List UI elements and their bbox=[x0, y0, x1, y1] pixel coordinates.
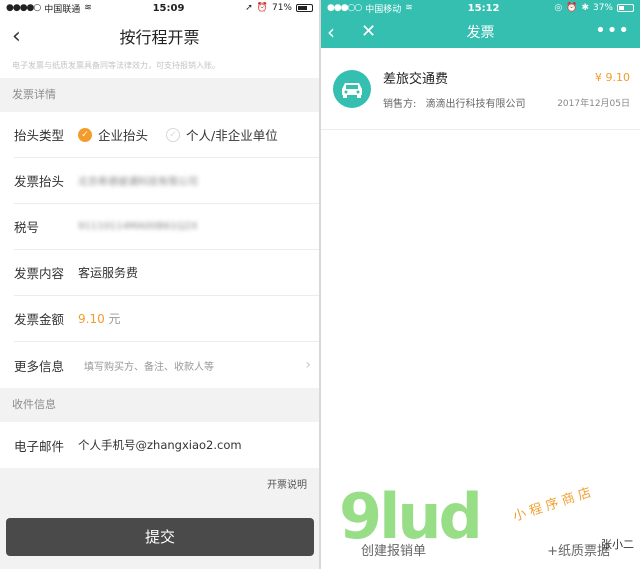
close-icon[interactable]: ✕ bbox=[361, 21, 376, 42]
header-type-label: 抬头类型 bbox=[14, 128, 65, 143]
battery-percent: 37% bbox=[592, 3, 613, 13]
row-header-type: 抬头类型 ✓ 企业抬头 ✓ 个人/非企业单位 bbox=[14, 112, 319, 158]
location-icon: ◎ bbox=[554, 3, 563, 13]
taxi-icon bbox=[333, 69, 371, 108]
nav-bar: ‹ ✕ 发票 ••• bbox=[321, 16, 640, 48]
status-time: 15:12 bbox=[467, 2, 500, 14]
create-expense-report-button[interactable]: 创建报销单 bbox=[361, 540, 426, 559]
option-company-label: 企业抬头 bbox=[98, 128, 149, 143]
watermark-text: 小程序商店 bbox=[511, 484, 597, 525]
invoice-content-label: 发票内容 bbox=[14, 266, 65, 281]
seller-label: 销售方: bbox=[383, 98, 417, 110]
submit-button[interactable]: 提交 bbox=[6, 518, 314, 556]
status-bar: ●●●●○ 中国联通 ≋ 15:09 ➚ ⏰ 71% bbox=[0, 0, 319, 16]
legal-notice: 电子发票与纸质发票具备同等法律效力，可支持报销入账。 bbox=[0, 56, 319, 78]
tax-id-value[interactable]: 91110114MA00B61Q2X bbox=[78, 221, 198, 232]
invoice-amount-unit: 元 bbox=[108, 312, 121, 326]
receive-form: 电子邮件 个人手机号@zhangxiao2.com bbox=[0, 422, 319, 468]
option-personal[interactable]: ✓ 个人/非企业单位 bbox=[166, 125, 278, 144]
invoice-header-value[interactable]: 北京希德彼通科技有限公司 bbox=[78, 173, 198, 188]
option-company[interactable]: ✓ 企业抬头 bbox=[78, 125, 148, 144]
row-invoice-header[interactable]: 发票抬头 北京希德彼通科技有限公司 bbox=[14, 158, 319, 204]
battery-icon bbox=[295, 4, 313, 12]
invoice-form: 抬头类型 ✓ 企业抬头 ✓ 个人/非企业单位 发票抬头 北京希德彼通科技有限公司… bbox=[0, 112, 319, 388]
signal-icon: ●●●○○ bbox=[327, 3, 362, 13]
row-tax-id[interactable]: 税号 91110114MA00B61Q2X bbox=[14, 204, 319, 250]
bottom-toolbar: 创建报销单 +纸质票据 bbox=[321, 530, 640, 569]
status-time: 15:09 bbox=[152, 2, 185, 14]
signal-icon: ●●●●○ bbox=[6, 3, 41, 13]
email-field[interactable]: 个人手机号@zhangxiao2.com bbox=[78, 437, 242, 453]
invoice-date: 2017年12月05日 bbox=[557, 98, 630, 109]
watermark-signature: 张小二 bbox=[601, 538, 634, 551]
seller-name: 滴滴出行科技有限公司 bbox=[425, 98, 526, 110]
header-type-options: ✓ 企业抬头 ✓ 个人/非企业单位 bbox=[78, 125, 296, 144]
invoice-content-value: 客运服务费 bbox=[78, 266, 139, 280]
more-info-hint: 填写购买方、备注、收款人等 bbox=[84, 361, 214, 373]
alarm-icon: ⏰ bbox=[256, 3, 268, 13]
back-chevron-icon[interactable]: ‹ bbox=[12, 24, 21, 49]
invoice-amount: ¥ 9.10 bbox=[595, 70, 630, 84]
tax-id-label: 税号 bbox=[14, 220, 40, 235]
back-chevron-icon[interactable]: ‹ bbox=[327, 20, 335, 44]
right-screen: ●●●○○ 中国移动 ≋ 15:12 ◎ ⏰ ✱ 37% ‹ ✕ 发票 ••• bbox=[321, 0, 640, 569]
invoice-item[interactable]: 差旅交通费 ¥ 9.10 销售方: 滴滴出行科技有限公司 2017年12月05日 bbox=[321, 48, 640, 130]
wifi-icon: ≋ bbox=[84, 3, 92, 13]
alarm-icon: ⏰ bbox=[566, 3, 578, 13]
invoice-header-label: 发票抬头 bbox=[14, 174, 65, 189]
battery-icon bbox=[617, 4, 634, 12]
section-invoice-details: 发票详情 bbox=[0, 78, 319, 112]
nav-bar: ‹ 按行程开票 bbox=[0, 16, 319, 56]
bluetooth-icon: ✱ bbox=[581, 3, 589, 13]
page-title: 发票 bbox=[466, 25, 495, 41]
carrier-name: 中国移动 bbox=[365, 4, 402, 15]
row-email[interactable]: 电子邮件 个人手机号@zhangxiao2.com bbox=[14, 422, 319, 468]
location-icon: ➚ bbox=[245, 3, 253, 13]
section-receive-info: 收件信息 bbox=[0, 388, 319, 422]
email-label: 电子邮件 bbox=[14, 438, 65, 454]
wifi-icon: ≋ bbox=[405, 3, 413, 13]
row-invoice-amount: 发票金额 9.10 元 bbox=[14, 296, 319, 342]
option-personal-label: 个人/非企业单位 bbox=[186, 128, 278, 143]
more-options-icon[interactable]: ••• bbox=[595, 20, 630, 41]
battery-percent: 71% bbox=[271, 3, 292, 13]
invoice-amount-value: 9.10 bbox=[78, 312, 105, 326]
invoice-amount-label: 发票金额 bbox=[14, 312, 65, 327]
unchecked-radio-icon: ✓ bbox=[166, 127, 181, 142]
row-more-info[interactable]: 更多信息 填写购买方、备注、收款人等 › bbox=[14, 342, 319, 388]
invoice-instructions-link[interactable]: 开票说明 bbox=[0, 468, 319, 496]
checked-radio-icon: ✓ bbox=[78, 127, 92, 142]
carrier-name: 中国联通 bbox=[44, 4, 81, 15]
invoice-name: 差旅交通费 bbox=[383, 71, 449, 87]
row-invoice-content: 发票内容 客运服务费 bbox=[14, 250, 319, 296]
status-bar: ●●●○○ 中国移动 ≋ 15:12 ◎ ⏰ ✱ 37% bbox=[321, 0, 640, 16]
page-title: 按行程开票 bbox=[119, 28, 200, 47]
chevron-right-icon: › bbox=[305, 357, 311, 373]
more-info-label: 更多信息 bbox=[14, 358, 65, 374]
left-screen: ●●●●○ 中国联通 ≋ 15:09 ➚ ⏰ 71% ‹ 按行程开票 电子发票与… bbox=[0, 0, 319, 569]
